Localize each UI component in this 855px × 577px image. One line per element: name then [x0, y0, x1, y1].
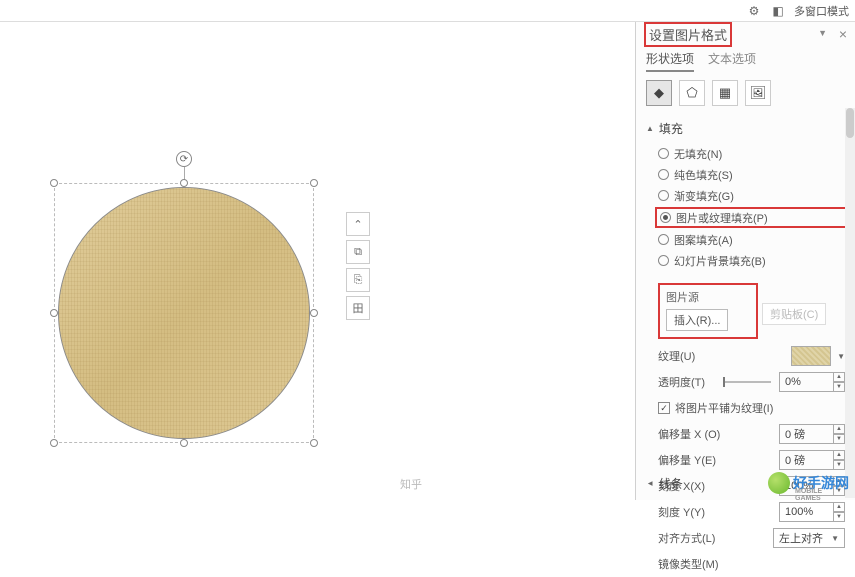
mode-label: 多窗口模式	[794, 3, 849, 19]
format-icon[interactable]: 田	[346, 296, 370, 320]
tab-shape-options[interactable]: 形状选项	[646, 50, 694, 72]
insert-button[interactable]: 插入(R)...	[666, 309, 728, 331]
fill-none[interactable]: 无填充(N)	[658, 143, 845, 164]
circle-shape[interactable]	[58, 187, 310, 439]
picture-icon[interactable]: 🖼	[745, 80, 771, 106]
close-icon[interactable]: ×	[839, 26, 847, 42]
offset-x-row: 偏移量 X (O) 0 磅 ▲▼	[636, 421, 855, 447]
selected-shape[interactable]: ⟳	[58, 187, 310, 439]
logo-ball-icon	[768, 472, 790, 494]
chevron-down-icon[interactable]: ▼	[837, 352, 845, 361]
resize-handle-br[interactable]	[310, 439, 318, 447]
transparency-input[interactable]: 0%	[779, 372, 834, 392]
section-line-label: 线条	[659, 475, 683, 492]
scrollbar-thumb[interactable]	[846, 108, 854, 138]
fill-gradient[interactable]: 渐变填充(G)	[658, 185, 845, 206]
section-fill-label: 填充	[659, 120, 683, 137]
copy-icon[interactable]: ⧉	[346, 240, 370, 264]
scale-y-spinner[interactable]: ▲▼	[833, 502, 845, 522]
expand-icon[interactable]: ⌃	[346, 212, 370, 236]
resize-handle-tm[interactable]	[180, 179, 188, 187]
align-row: 对齐方式(L) 左上对齐▼	[636, 525, 855, 551]
format-pane: ▼ × 设置图片格式 形状选项 文本选项 ◆ ⬠ ▦ 🖼 ▲填充 无填充(N) …	[635, 22, 855, 500]
scale-y-input[interactable]: 100%	[779, 502, 834, 522]
mirror-row: 镜像类型(M)	[636, 551, 855, 577]
transparency-row: 透明度(T) 0% ▲▼	[636, 369, 855, 395]
offset-y-spinner[interactable]: ▲▼	[833, 450, 845, 470]
paste-icon[interactable]: ⎘	[346, 268, 370, 292]
pane-title: 设置图片格式	[644, 22, 732, 47]
texture-row: 纹理(U) ▼	[636, 343, 855, 369]
pane-scrollbar[interactable]	[845, 108, 855, 498]
canvas[interactable]: ⟳ ⌃ ⧉ ⎘ 田	[0, 22, 635, 500]
picture-source-label: 图片源	[666, 289, 750, 305]
settings-icon[interactable]: ⚙	[746, 3, 762, 19]
size-props-icon[interactable]: ▦	[712, 80, 738, 106]
tile-checkbox-row[interactable]: ✓ 将图片平铺为纹理(I)	[636, 395, 855, 421]
tile-checkbox[interactable]: ✓	[658, 402, 670, 414]
fill-solid[interactable]: 纯色填充(S)	[658, 164, 845, 185]
watermark-site: 好手游网 MOBILE GAMES	[768, 472, 849, 494]
fill-line-icon[interactable]: ◆	[646, 80, 672, 106]
resize-handle-bm[interactable]	[180, 439, 188, 447]
texture-swatch[interactable]	[791, 346, 831, 366]
rotate-handle[interactable]: ⟳	[176, 151, 192, 167]
fill-picture[interactable]: 图片或纹理填充(P)	[655, 207, 848, 228]
scale-y-row: 刻度 Y(Y) 100% ▲▼	[636, 499, 855, 525]
resize-handle-tl[interactable]	[50, 179, 58, 187]
tab-text-options[interactable]: 文本选项	[708, 50, 756, 72]
picture-source-group: 图片源 插入(R)...	[658, 283, 758, 339]
align-dropdown[interactable]: 左上对齐▼	[773, 528, 845, 548]
resize-handle-ml[interactable]	[50, 309, 58, 317]
effects-icon[interactable]: ⬠	[679, 80, 705, 106]
offset-x-spinner[interactable]: ▲▼	[833, 424, 845, 444]
transparency-spinner[interactable]: ▲▼	[833, 372, 845, 392]
window-icon[interactable]: ◧	[770, 3, 786, 19]
fill-slidebg[interactable]: 幻灯片背景填充(B)	[658, 250, 845, 271]
offset-y-input[interactable]: 0 磅	[779, 450, 834, 470]
floating-toolbar: ⌃ ⧉ ⎘ 田	[346, 212, 370, 320]
resize-handle-mr[interactable]	[310, 309, 318, 317]
resize-handle-tr[interactable]	[310, 179, 318, 187]
watermark-zhihu: 知乎	[400, 476, 422, 492]
fill-pattern[interactable]: 图案填充(A)	[658, 229, 845, 250]
section-line[interactable]: ▲线条	[636, 469, 693, 498]
resize-handle-bl[interactable]	[50, 439, 58, 447]
transparency-slider[interactable]	[723, 381, 771, 383]
offset-x-input[interactable]: 0 磅	[779, 424, 834, 444]
dropdown-icon[interactable]: ▼	[818, 28, 827, 38]
section-fill[interactable]: ▲填充	[636, 114, 855, 143]
clipboard-button: 剪贴板(C)	[762, 303, 826, 325]
